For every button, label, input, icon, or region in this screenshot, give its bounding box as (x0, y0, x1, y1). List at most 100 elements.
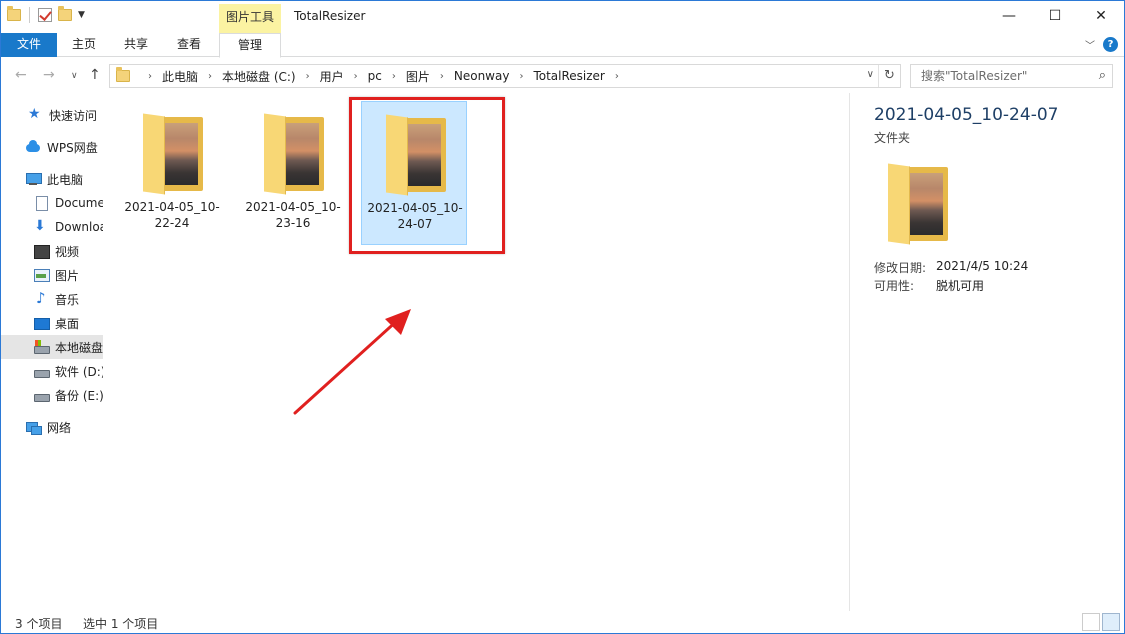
details-pane: 2021-04-05_10-24-07 文件夹 修改日期: 2021/4/5 1… (849, 93, 1124, 611)
customize-toolbar-icon[interactable]: ▼ (78, 10, 85, 20)
folder-item[interactable]: 2021-04-05_10- 22-24 (119, 101, 225, 245)
document-icon (33, 195, 49, 211)
new-folder-icon[interactable] (58, 6, 72, 21)
download-icon (33, 218, 49, 235)
address-bar[interactable]: › 此电脑 › 本地磁盘 (C:) › 用户 › pc › 图片 › Neonw… (109, 64, 901, 88)
sidebar-item-network[interactable]: 网络 (1, 415, 103, 439)
sidebar-item-desktop[interactable]: 桌面 (1, 311, 103, 335)
search-icon[interactable]: ⌕ (1099, 65, 1106, 87)
highlight-box (349, 97, 505, 254)
tab-view[interactable]: 查看 (168, 33, 210, 57)
sidebar-item-drive-e[interactable]: 备份 (E:) (1, 383, 103, 407)
search-placeholder: 搜索"TotalResizer" (921, 69, 1028, 83)
breadcrumb-item[interactable]: 用户 (320, 68, 344, 85)
breadcrumb-item[interactable]: 图片 (406, 68, 430, 85)
preview-name: 2021-04-05_10-24-07 (874, 105, 1059, 125)
chevron-down-icon[interactable]: ∨ (867, 69, 874, 80)
minimize-button[interactable]: — (986, 1, 1032, 31)
folder-icon[interactable] (7, 6, 21, 21)
drive-icon (33, 363, 50, 379)
help-icon[interactable]: ? (1103, 37, 1118, 52)
expand-ribbon-icon[interactable]: ﹀ (1085, 37, 1095, 52)
breadcrumb-separator-icon[interactable]: › (615, 71, 619, 82)
details-view-icon[interactable] (1082, 613, 1100, 631)
breadcrumb-separator-icon[interactable]: › (440, 71, 444, 82)
sidebar-item-local-disk-c[interactable]: 本地磁盘 (1, 335, 103, 359)
status-bar: 3 个项目 选中 1 个项目 (1, 611, 1124, 633)
maximize-button[interactable]: ☐ (1032, 1, 1078, 31)
sidebar-item-pictures[interactable]: 图片 (1, 263, 103, 287)
sidebar-item-label: 此电脑 (47, 172, 84, 187)
large-icons-view-icon[interactable] (1102, 613, 1120, 631)
folder-thumbnail-icon (139, 111, 205, 195)
window-controls: — ☐ ✕ (986, 1, 1124, 31)
close-button[interactable]: ✕ (1078, 1, 1124, 31)
selection-count: 选中 1 个项目 (83, 617, 159, 631)
sidebar-item-quick-access[interactable]: 快速访问 (1, 103, 103, 127)
navigation-bar: ← → ∨ ↑ › 此电脑 › 本地磁盘 (C:) › 用户 › pc › 图片… (1, 57, 1124, 93)
breadcrumb-separator-icon[interactable]: › (148, 71, 152, 82)
contextual-tab-group-label: 图片工具 (219, 4, 281, 33)
quick-access-toolbar: ▼ (7, 6, 85, 23)
star-icon (27, 106, 43, 123)
modified-value: 2021/4/5 10:24 (936, 259, 1029, 273)
sidebar-item-videos[interactable]: 视频 (1, 239, 103, 263)
annotation-arrow-icon (293, 309, 411, 415)
picture-icon (33, 267, 50, 283)
back-arrow-icon[interactable]: ← (15, 67, 27, 83)
tab-file[interactable]: 文件 (1, 33, 57, 57)
sidebar-item-label: 本地磁盘 (55, 340, 103, 355)
preview-type: 文件夹 (874, 131, 911, 145)
sidebar-item-label: 快速访问 (49, 108, 98, 123)
sidebar-item-music[interactable]: 音乐 (1, 287, 103, 311)
breadcrumb-item[interactable]: Neonway (454, 69, 510, 83)
folder-name: 2021-04-05_10- 22-24 (124, 200, 220, 230)
breadcrumb-separator-icon[interactable]: › (208, 71, 212, 82)
folder-item[interactable]: 2021-04-05_10- 23-16 (240, 101, 346, 245)
sidebar-item-label: WPS网盘 (47, 140, 98, 155)
tab-home[interactable]: 主页 (63, 33, 105, 57)
title-bar: ▼ 图片工具 TotalResizer — ☐ ✕ (1, 1, 1124, 33)
sidebar-item-label: Docume (55, 196, 103, 210)
up-arrow-icon[interactable]: ↑ (89, 67, 101, 83)
window-title: TotalResizer (294, 9, 366, 23)
sidebar-item-drive-d[interactable]: 软件 (D:) (1, 359, 103, 383)
breadcrumb-item[interactable]: TotalResizer (533, 69, 604, 83)
sidebar-item-label: 网络 (47, 420, 72, 435)
breadcrumb-separator-icon[interactable]: › (306, 71, 310, 82)
tab-share[interactable]: 共享 (115, 33, 157, 57)
video-icon (33, 243, 50, 259)
sidebar-item-wps-cloud[interactable]: WPS网盘 (1, 135, 103, 159)
preview-thumbnail-icon (884, 161, 950, 245)
drive-icon (33, 387, 50, 403)
refresh-icon[interactable]: ↻ (878, 65, 900, 87)
network-icon (25, 419, 42, 435)
drive-c-icon (33, 339, 50, 355)
preview-availability-row: 可用性: 脱机可用 (874, 277, 984, 294)
explorer-window: ▼ 图片工具 TotalResizer — ☐ ✕ 文件 主页 共享 查看 管理… (0, 0, 1125, 634)
sidebar-item-label: 备份 (E:) (55, 388, 103, 403)
tab-manage[interactable]: 管理 (219, 33, 281, 58)
forward-arrow-icon[interactable]: → (43, 67, 55, 83)
view-toggle (1082, 613, 1120, 631)
sidebar-item-downloads[interactable]: Downloa (1, 215, 103, 239)
toolbar-separator (29, 7, 30, 23)
breadcrumb: › 此电脑 › 本地磁盘 (C:) › 用户 › pc › 图片 › Neonw… (138, 68, 629, 85)
breadcrumb-separator-icon[interactable]: › (354, 71, 358, 82)
breadcrumb-item[interactable]: 本地磁盘 (C:) (222, 68, 296, 85)
search-input[interactable]: 搜索"TotalResizer" ⌕ (910, 64, 1113, 88)
navigation-pane: 快速访问 WPS网盘 此电脑 Docume Downloa 视频 图片 音乐 (1, 93, 103, 611)
preview-modified-row: 修改日期: 2021/4/5 10:24 (874, 259, 1028, 276)
sidebar-item-this-pc[interactable]: 此电脑 (1, 167, 103, 191)
properties-icon[interactable] (38, 8, 52, 22)
folder-icon (116, 67, 130, 82)
breadcrumb-separator-icon[interactable]: › (519, 71, 523, 82)
computer-icon (25, 171, 42, 187)
recent-locations-icon[interactable]: ∨ (71, 71, 78, 81)
sidebar-item-label: 音乐 (55, 292, 80, 307)
breadcrumb-item[interactable]: pc (368, 69, 382, 83)
breadcrumb-separator-icon[interactable]: › (392, 71, 396, 82)
sidebar-item-documents[interactable]: Docume (1, 191, 103, 215)
ribbon-right-controls: ﹀ ? (1085, 37, 1118, 52)
breadcrumb-item[interactable]: 此电脑 (162, 68, 198, 85)
